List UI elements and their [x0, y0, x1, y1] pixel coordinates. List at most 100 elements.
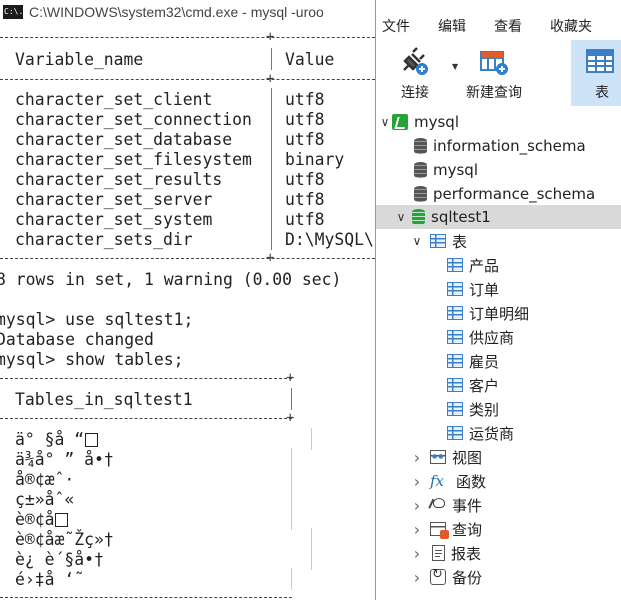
navicat-window[interactable]: 文件 编辑 查看 收藏夹 连接 ▼ 新建查询 表 ∨ mysql informa…	[375, 0, 621, 600]
tables-border-corner: +	[286, 370, 295, 386]
chevron-right-icon[interactable]	[410, 496, 424, 515]
tables-border-top	[0, 378, 292, 379]
variable-row-name: character_set_server	[15, 190, 213, 209]
chevron-right-icon[interactable]	[410, 544, 424, 563]
menu-file[interactable]: 文件	[376, 16, 410, 36]
tree-table-item[interactable]: 客户	[447, 373, 499, 397]
chevron-right-icon[interactable]	[410, 472, 424, 491]
tree-table-item[interactable]: 供应商	[447, 325, 514, 349]
tree-db-mysql[interactable]: mysql	[414, 158, 478, 182]
tree-table-item[interactable]: 产品	[447, 253, 499, 277]
table-name-row: ä¾å° ” å•†	[15, 450, 114, 469]
menu-view[interactable]: 查看	[488, 16, 522, 36]
table-border-header	[0, 79, 375, 80]
database-icon	[414, 138, 427, 154]
table-icon	[447, 402, 463, 416]
table-icon	[447, 258, 463, 272]
function-icon: fx	[430, 472, 445, 490]
tables-border-header	[0, 418, 292, 419]
tree-db-information-schema[interactable]: information_schema	[414, 134, 586, 158]
cmd-app-icon: C:\.	[3, 5, 23, 19]
variable-row-value: utf8	[285, 130, 325, 149]
tree-table-item[interactable]: 运货商	[447, 421, 514, 445]
table-name-row: è®¢å	[15, 510, 69, 530]
mysql-prompt: mysql>	[0, 350, 66, 369]
command-line: mysql> show tables;	[0, 350, 184, 370]
table-icon	[447, 378, 463, 392]
table-border-top	[0, 37, 375, 38]
table-button[interactable]: 表	[571, 40, 621, 106]
table-name-row: è¿ è´§å•†	[15, 550, 104, 569]
result-summary: 8 rows in set, 1 warning (0.00 sec)	[0, 270, 342, 289]
table-icon	[447, 354, 463, 368]
table-icon	[447, 426, 463, 440]
tree-connection-mysql[interactable]: mysql	[378, 110, 459, 134]
column-separator	[291, 448, 292, 470]
chevron-right-icon[interactable]	[410, 520, 424, 539]
database-icon	[414, 186, 427, 202]
table-icon	[586, 49, 614, 73]
column-separator	[311, 428, 312, 450]
tree-table-item[interactable]: 雇员	[447, 349, 499, 373]
tree-table-item[interactable]: 订单	[447, 277, 499, 301]
chevron-down-icon[interactable]	[378, 115, 392, 129]
table-icon	[447, 330, 463, 344]
table-border-corner: +	[266, 250, 275, 266]
variable-row-name: character_set_system	[15, 210, 213, 229]
tree-db-performance-schema[interactable]: performance_schema	[414, 182, 595, 206]
chevron-down-icon[interactable]	[410, 234, 424, 248]
chevron-right-icon[interactable]	[410, 448, 424, 467]
database-icon	[414, 162, 427, 178]
variable-row-name: character_sets_dir	[15, 230, 193, 249]
column-separator	[291, 488, 292, 510]
tree-group-tables[interactable]: 表	[410, 229, 467, 253]
command-text: use sqltest1;	[65, 310, 194, 329]
variable-row-value: utf8	[285, 190, 325, 209]
connect-label: 连接	[401, 85, 429, 101]
table-border-bottom	[0, 258, 375, 259]
connect-dropdown-arrow[interactable]: ▼	[452, 62, 458, 71]
report-icon	[432, 545, 445, 561]
header-variable-name: Variable_name	[15, 50, 144, 69]
command-line: mysql> use sqltest1;	[0, 310, 193, 330]
menu-favorites[interactable]: 收藏夹	[544, 16, 592, 36]
chevron-down-icon[interactable]	[394, 210, 408, 224]
tree-table-item[interactable]: 类别	[447, 397, 499, 421]
tree-table-item[interactable]: 订单明细	[447, 301, 529, 325]
column-separator	[271, 88, 272, 250]
table-border-corner: +	[266, 29, 275, 45]
missing-glyph-box	[85, 433, 99, 447]
mysql-prompt: mysql>	[0, 310, 66, 329]
menu-bar: 文件 编辑 查看 收藏夹	[376, 14, 621, 38]
variable-row-value: binary	[285, 150, 345, 169]
menu-edit[interactable]: 编辑	[432, 16, 466, 36]
tree-group-functions[interactable]: fx 函数	[410, 469, 486, 493]
chevron-right-icon[interactable]	[410, 568, 424, 587]
table-label: 表	[595, 85, 609, 101]
cmd-window[interactable]: C:\. C:\WINDOWS\system32\cmd.exe - mysql…	[0, 0, 375, 600]
tree-group-events[interactable]: 事件	[410, 493, 482, 517]
command-text: show tables;	[65, 350, 184, 369]
connect-button[interactable]: 连接	[398, 46, 432, 102]
toolbar: 连接 ▼ 新建查询 表	[376, 40, 621, 106]
table-border-corner: +	[266, 71, 275, 87]
variable-row-value: utf8	[285, 170, 325, 189]
variable-row-value: utf8	[285, 110, 325, 129]
table-icon	[447, 282, 463, 296]
cmd-titlebar[interactable]: C:\. C:\WINDOWS\system32\cmd.exe - mysql…	[0, 0, 375, 24]
tree-db-sqltest1[interactable]: sqltest1	[376, 205, 621, 229]
variable-row-name: character_set_connection	[15, 110, 252, 129]
tree-group-backups[interactable]: 备份	[410, 565, 482, 589]
command-output: Database changed	[0, 330, 154, 349]
tree-group-reports[interactable]: 报表	[410, 541, 481, 565]
header-tables-in-db: Tables_in_sqltest1	[15, 390, 193, 409]
event-icon	[430, 497, 446, 513]
new-query-label: 新建查询	[466, 85, 522, 101]
view-icon	[430, 450, 446, 464]
new-query-button[interactable]: 新建查询	[466, 46, 522, 102]
tables-border-bottom	[0, 597, 292, 598]
column-separator	[311, 548, 312, 570]
tree-group-queries[interactable]: 查询	[410, 517, 482, 541]
variable-row-value: D:\MySQL\	[285, 230, 374, 249]
tree-group-views[interactable]: 视图	[410, 445, 482, 469]
